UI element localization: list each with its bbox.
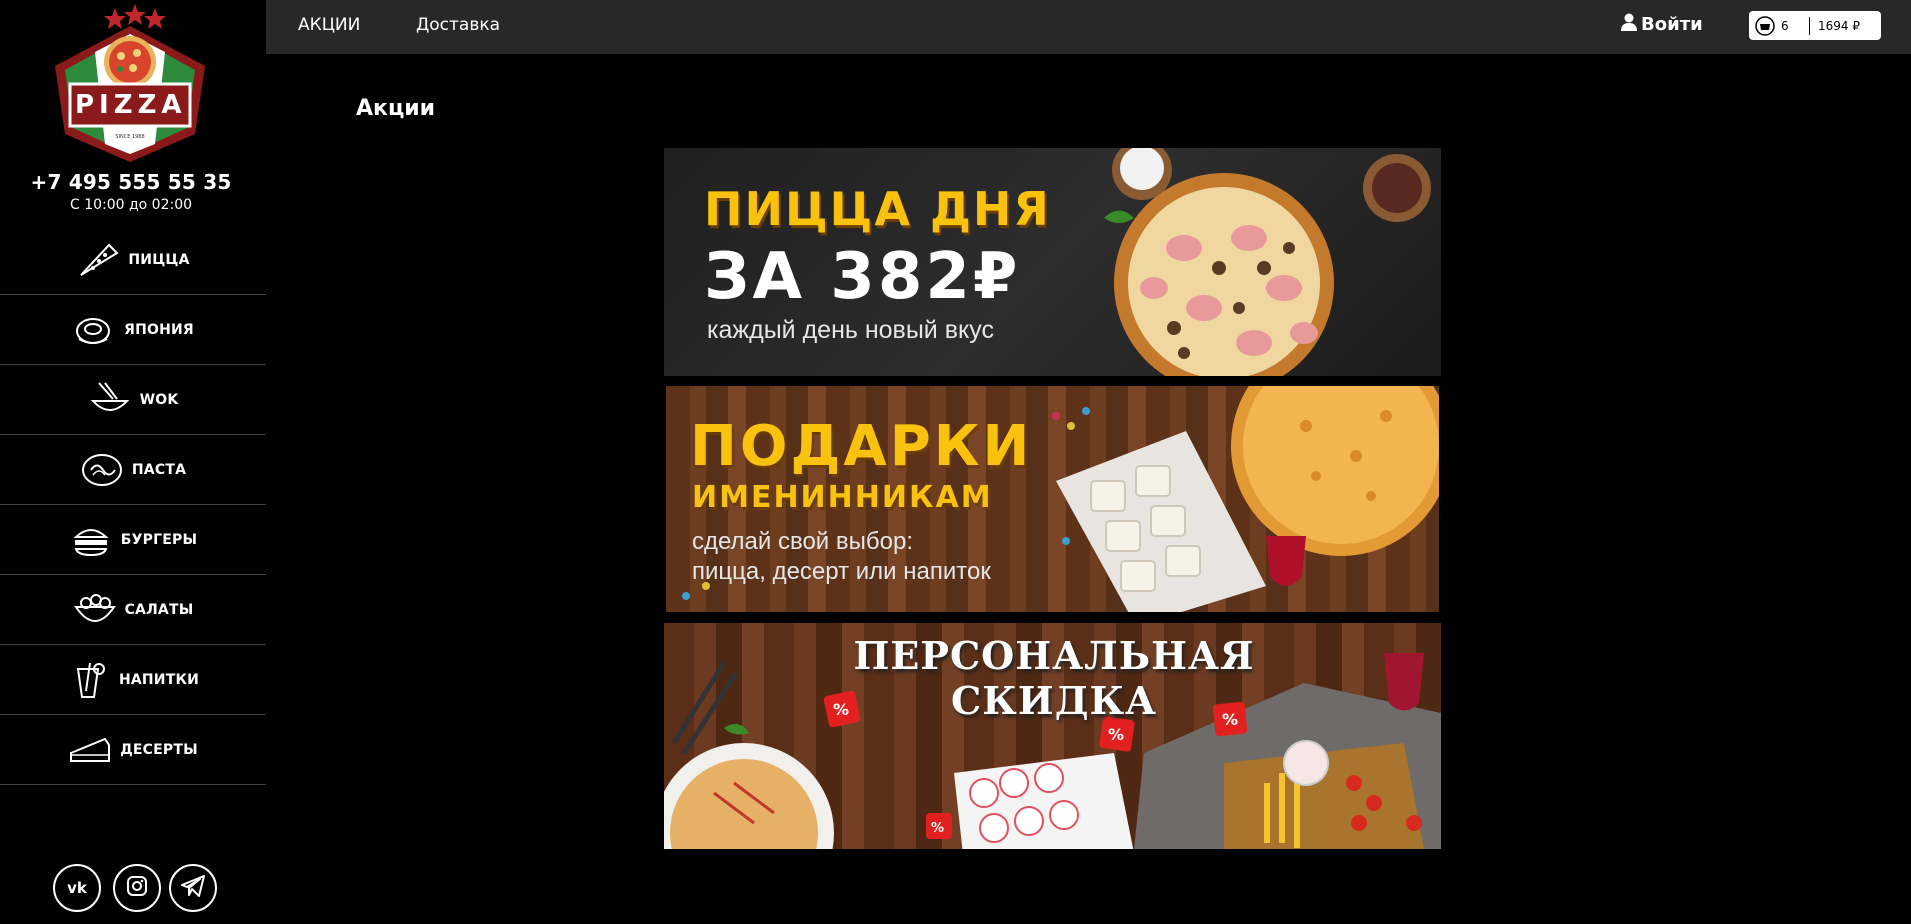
login-label: Войти bbox=[1641, 14, 1703, 35]
sidebar-item-label: ПАСТА bbox=[131, 461, 187, 478]
basket-icon bbox=[1755, 15, 1775, 36]
promo-banner-personal-discount[interactable]: %%%% ПЕРСОНАЛЬНАЯ СКИДКА bbox=[664, 623, 1441, 849]
banner2-line4: пицца, десерт или напиток bbox=[692, 558, 991, 585]
user-icon bbox=[1621, 13, 1637, 36]
sidebar-item-wok[interactable]: WOK bbox=[0, 365, 266, 435]
sidebar-item-label: WOK bbox=[139, 391, 179, 408]
instagram-icon bbox=[125, 874, 149, 902]
banner1-line2: ЗА 382₽ bbox=[704, 240, 1021, 314]
sidebar-menu: ПИЦЦА ЯПОНИЯ WOK ПАСТА БУРГЕРЫ САЛАТЫ НА… bbox=[0, 225, 266, 785]
page-title: Акции bbox=[356, 96, 436, 121]
telegram-icon bbox=[180, 874, 206, 902]
login-button[interactable]: Войти bbox=[1621, 13, 1703, 36]
instagram-link[interactable] bbox=[113, 864, 161, 912]
nav-promotions[interactable]: АКЦИИ bbox=[298, 15, 360, 35]
svg-text:%: % bbox=[931, 821, 944, 836]
logo-small-text: SINCE 1988 bbox=[115, 134, 145, 140]
vk-link[interactable]: vk bbox=[53, 864, 101, 912]
vk-icon: vk bbox=[67, 879, 87, 897]
promo-banner-birthday-gifts[interactable]: ПОДАРКИ ИМЕНИННИКАМ сделай свой выбор: п… bbox=[666, 386, 1439, 612]
sidebar-item-salads[interactable]: САЛАТЫ bbox=[0, 575, 266, 645]
sidebar-item-label: БУРГЕРЫ bbox=[120, 531, 198, 548]
sidebar-item-label: САЛАТЫ bbox=[124, 601, 194, 618]
sidebar-item-burgers[interactable]: БУРГЕРЫ bbox=[0, 505, 266, 575]
cart-count: 6 bbox=[1781, 18, 1789, 33]
sidebar-item-japan[interactable]: ЯПОНИЯ bbox=[0, 295, 266, 365]
cart-button[interactable]: 6 1694 ₽ bbox=[1749, 11, 1881, 40]
cake-slice-icon bbox=[68, 730, 112, 770]
svg-text:%: % bbox=[1108, 725, 1124, 744]
sidebar-item-pasta[interactable]: ПАСТА bbox=[0, 435, 266, 505]
cart-divider bbox=[1809, 16, 1810, 35]
wok-noodles-icon bbox=[88, 380, 132, 420]
banner1-line3: каждый день новый вкус bbox=[707, 316, 994, 344]
sidebar-item-drinks[interactable]: НАПИТКИ bbox=[0, 645, 266, 715]
pizza-slice-icon bbox=[76, 240, 120, 280]
nav-delivery[interactable]: Доставка bbox=[416, 15, 500, 35]
sidebar-item-desserts[interactable]: ДЕСЕРТЫ bbox=[0, 715, 266, 785]
banner3-line1: ПЕРСОНАЛЬНАЯ СКИДКА bbox=[853, 633, 1255, 723]
pizza-logo[interactable]: PIZZA SINCE 1988 bbox=[45, 4, 215, 162]
sidebar-item-label: ПИЦЦА bbox=[128, 251, 190, 268]
sidebar-item-label: ЯПОНИЯ bbox=[124, 321, 194, 338]
salad-bowl-icon bbox=[73, 590, 117, 630]
working-hours: С 10:00 до 02:00 bbox=[69, 197, 193, 213]
sushi-roll-icon bbox=[72, 310, 116, 350]
banner2-line2: ИМЕНИННИКАМ bbox=[692, 480, 993, 515]
sidebar-item-label: НАПИТКИ bbox=[118, 671, 200, 688]
telegram-link[interactable] bbox=[169, 864, 217, 912]
phone-number[interactable]: +7 495 555 55 35 bbox=[0, 170, 262, 194]
sidebar: PIZZA SINCE 1988 +7 495 555 55 35 С 10:0… bbox=[0, 0, 266, 924]
burger-icon bbox=[69, 520, 113, 560]
banner2-line3: сделай свой выбор: bbox=[692, 528, 913, 555]
sidebar-item-pizza[interactable]: ПИЦЦА bbox=[0, 225, 266, 295]
banner2-line1: ПОДАРКИ bbox=[690, 414, 1033, 479]
cart-total: 1694 ₽ bbox=[1818, 18, 1860, 33]
pasta-plate-icon bbox=[80, 450, 124, 490]
promo-banner-pizza-of-day[interactable]: ПИЦЦА ДНЯ ЗА 382₽ каждый день новый вкус bbox=[664, 148, 1441, 376]
sidebar-item-label: ДЕСЕРТЫ bbox=[120, 741, 198, 758]
logo-text: PIZZA bbox=[75, 90, 187, 120]
drink-glass-icon bbox=[67, 660, 111, 700]
banner1-line1: ПИЦЦА ДНЯ bbox=[704, 182, 1051, 236]
